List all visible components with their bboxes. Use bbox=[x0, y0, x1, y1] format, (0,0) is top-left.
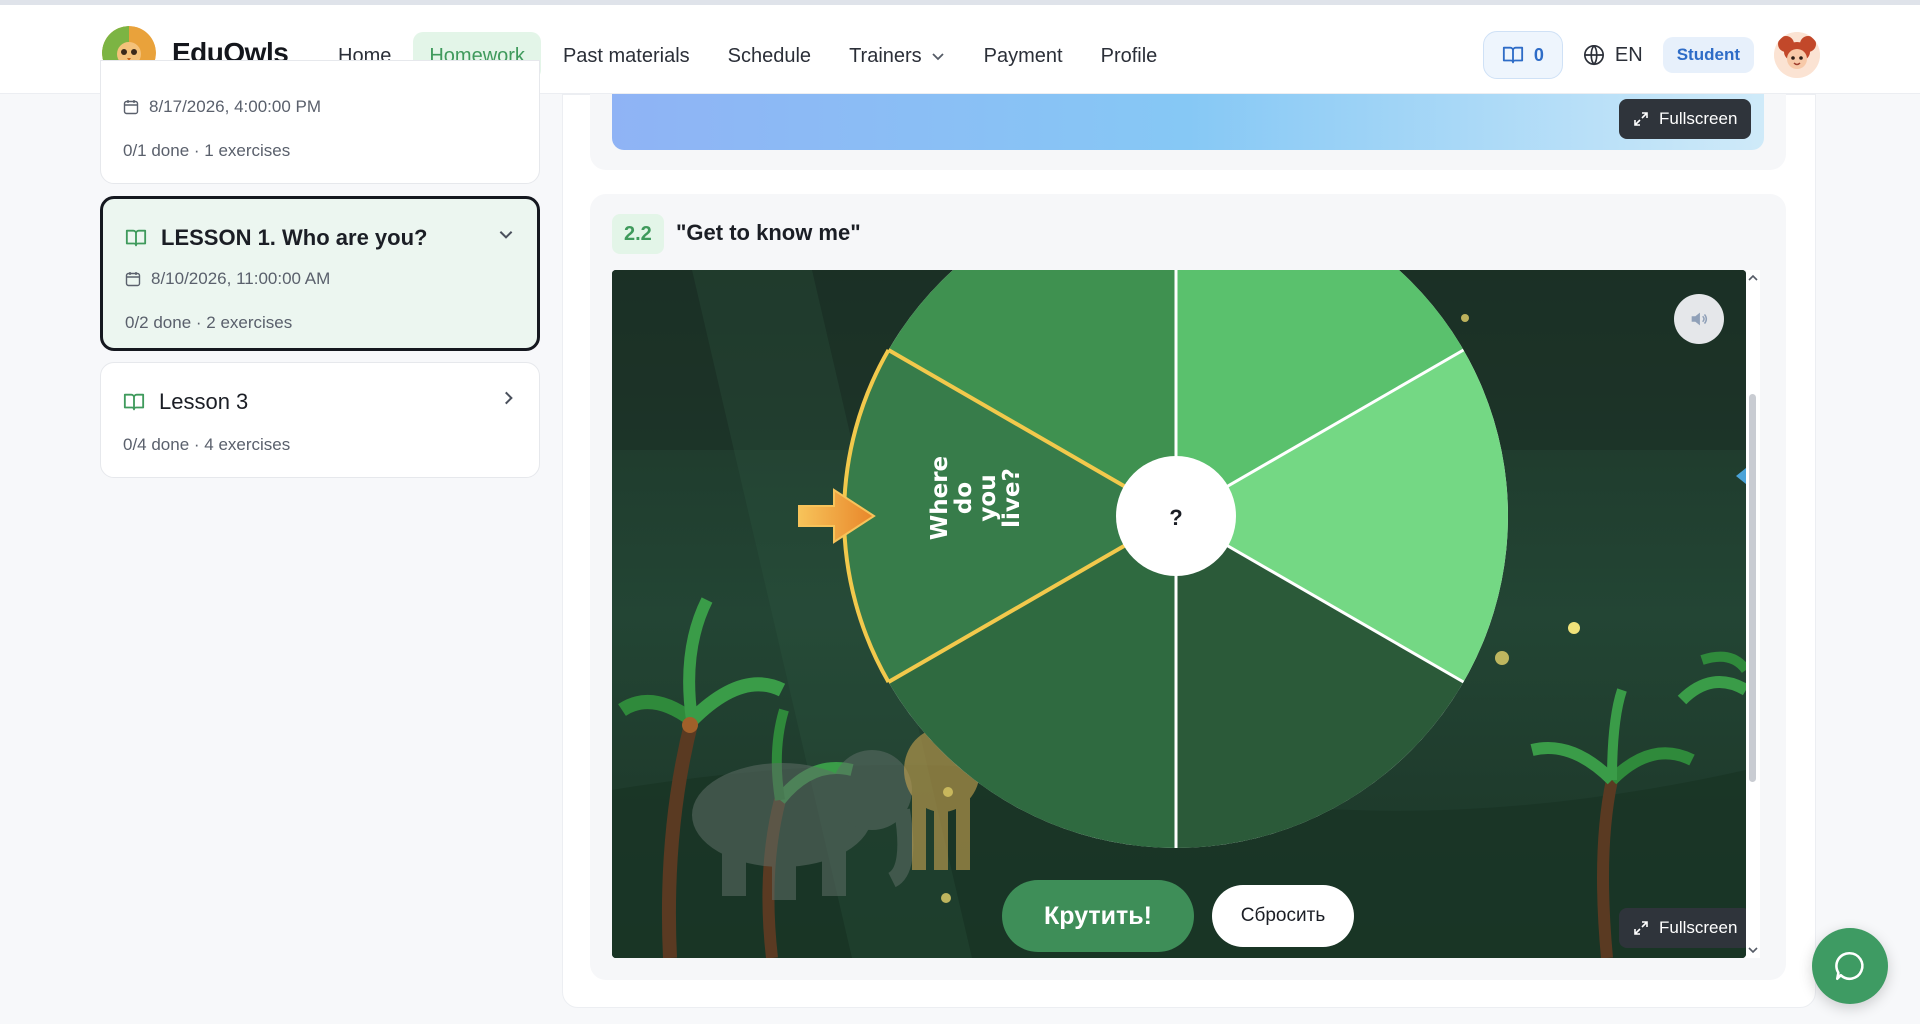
nav-profile[interactable]: Profile bbox=[1085, 32, 1174, 80]
exercise-banner-preview bbox=[612, 94, 1764, 150]
scroll-up-arrow-icon bbox=[1748, 274, 1758, 281]
lesson-progress: 0/4 done · 4 exercises bbox=[123, 435, 291, 454]
speaker-icon bbox=[1691, 312, 1708, 326]
calendar-icon bbox=[123, 100, 139, 115]
spin-wheel-game: Where do you live? ? bbox=[612, 270, 1746, 958]
scrollbar-thumb[interactable] bbox=[1749, 394, 1756, 782]
chat-button[interactable] bbox=[1812, 928, 1888, 1004]
book-icon bbox=[1502, 46, 1523, 64]
globe-icon bbox=[1583, 45, 1604, 66]
game-scrollbar[interactable] bbox=[1746, 270, 1760, 958]
calendar-icon bbox=[125, 272, 141, 287]
lesson-title-text: LESSON 1. Who are you? bbox=[161, 225, 428, 250]
header-tools: 0 EN Student bbox=[1482, 31, 1820, 79]
homework-count: 0 bbox=[1533, 44, 1544, 65]
nav-profile-label: Profile bbox=[1100, 44, 1158, 67]
wheel-question-text: Where do you live? bbox=[927, 455, 1026, 541]
sound-toggle-button[interactable] bbox=[1674, 294, 1724, 344]
lesson-date: 8/17/2026, 4:00:00 PM bbox=[123, 97, 321, 117]
nav-payment[interactable]: Payment bbox=[968, 32, 1079, 80]
chevron-down-icon[interactable] bbox=[497, 225, 515, 243]
fullscreen-button[interactable]: Fullscreen bbox=[1619, 99, 1752, 139]
reset-button[interactable]: Сбросить bbox=[1212, 885, 1354, 947]
homework-counter-button[interactable]: 0 bbox=[1482, 31, 1563, 79]
fullscreen-label: Fullscreen bbox=[1659, 918, 1738, 937]
lesson-title: Lesson 3 bbox=[123, 389, 248, 415]
lesson-progress: 0/2 done · 2 exercises bbox=[125, 313, 293, 332]
book-open-icon bbox=[123, 393, 145, 411]
nav-past-materials[interactable]: Past materials bbox=[547, 32, 706, 80]
spin-button[interactable]: Крутить! bbox=[1002, 880, 1194, 952]
chevron-down-icon bbox=[932, 53, 944, 61]
nav-past-materials-label: Past materials bbox=[562, 44, 690, 67]
exercise-title: "Get to know me" bbox=[676, 220, 861, 245]
nav-trainers[interactable]: Trainers bbox=[833, 32, 962, 80]
nav-schedule-label: Schedule bbox=[727, 44, 812, 67]
language-switcher[interactable]: EN bbox=[1583, 44, 1643, 67]
lesson-date-text: 8/17/2026, 4:00:00 PM bbox=[149, 97, 322, 116]
lesson-date: 8/10/2026, 11:00:00 AM bbox=[125, 269, 330, 289]
nav-schedule[interactable]: Schedule bbox=[712, 32, 827, 80]
user-avatar[interactable] bbox=[1774, 32, 1820, 78]
chevron-right-icon[interactable] bbox=[499, 389, 517, 407]
lesson-date-text: 8/10/2026, 11:00:00 AM bbox=[151, 269, 331, 288]
expand-icon bbox=[1634, 112, 1648, 126]
expand-icon bbox=[1634, 921, 1648, 935]
exercise-number: 2.2 bbox=[612, 214, 664, 254]
lesson-title-text: Lesson 3 bbox=[159, 389, 249, 414]
lesson-card-lesson-3[interactable]: Lesson 3 0/4 done · 4 exercises bbox=[100, 362, 540, 478]
chat-bubble-icon bbox=[1835, 951, 1864, 981]
wheel-question-label: Where do you live? bbox=[927, 400, 1025, 596]
fullscreen-label: Fullscreen bbox=[1659, 109, 1738, 128]
lesson-card-lesson-1[interactable]: LESSON 1. Who are you? 8/10/2026, 11:00:… bbox=[100, 196, 540, 351]
fullscreen-button[interactable]: Fullscreen bbox=[1619, 908, 1752, 948]
language-code: EN bbox=[1614, 43, 1643, 66]
lesson-title: LESSON 1. Who are you? bbox=[125, 225, 427, 251]
book-open-icon bbox=[125, 229, 147, 247]
lesson-progress: 0/1 done · 1 exercises bbox=[123, 141, 291, 160]
lesson-card-partial[interactable]: 8/17/2026, 4:00:00 PM 0/1 done · 1 exerc… bbox=[100, 60, 540, 184]
wheel-center-glyph: ? bbox=[1169, 505, 1183, 530]
nav-trainers-label: Trainers bbox=[849, 44, 922, 67]
nav-payment-label: Payment bbox=[983, 44, 1063, 67]
scroll-down-arrow-icon bbox=[1748, 947, 1758, 954]
role-badge: Student bbox=[1662, 37, 1754, 73]
